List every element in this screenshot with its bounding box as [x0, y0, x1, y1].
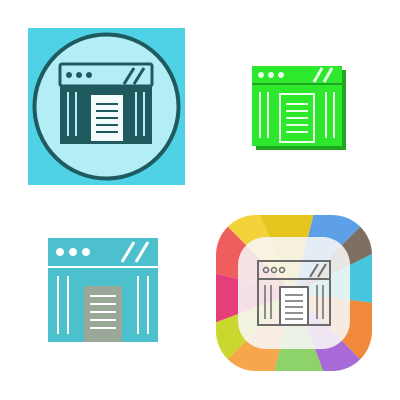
- window-dot-icon: [278, 72, 284, 78]
- window-dot-icon: [258, 72, 264, 78]
- browser-window-icon: [48, 238, 158, 342]
- window-dot-icon: [86, 72, 92, 78]
- window-frame: [252, 66, 342, 146]
- window-dot-icon: [82, 248, 90, 256]
- browser-icon-variant-green: [248, 62, 348, 152]
- browser-icon-variant-flat: [44, 234, 162, 346]
- browser-window-icon: [216, 215, 372, 371]
- window-dot-icon: [56, 248, 64, 256]
- browser-window-icon: [28, 28, 185, 185]
- window-dot-icon: [76, 72, 82, 78]
- document-icon: [84, 286, 122, 342]
- window-dot-icon: [268, 72, 274, 78]
- browser-icon-variant-multicolor: [214, 213, 374, 373]
- window-dot-icon: [69, 248, 77, 256]
- window-dot-icon: [66, 72, 72, 78]
- browser-window-icon: [252, 66, 346, 150]
- browser-icon-variant-circle: [28, 28, 185, 185]
